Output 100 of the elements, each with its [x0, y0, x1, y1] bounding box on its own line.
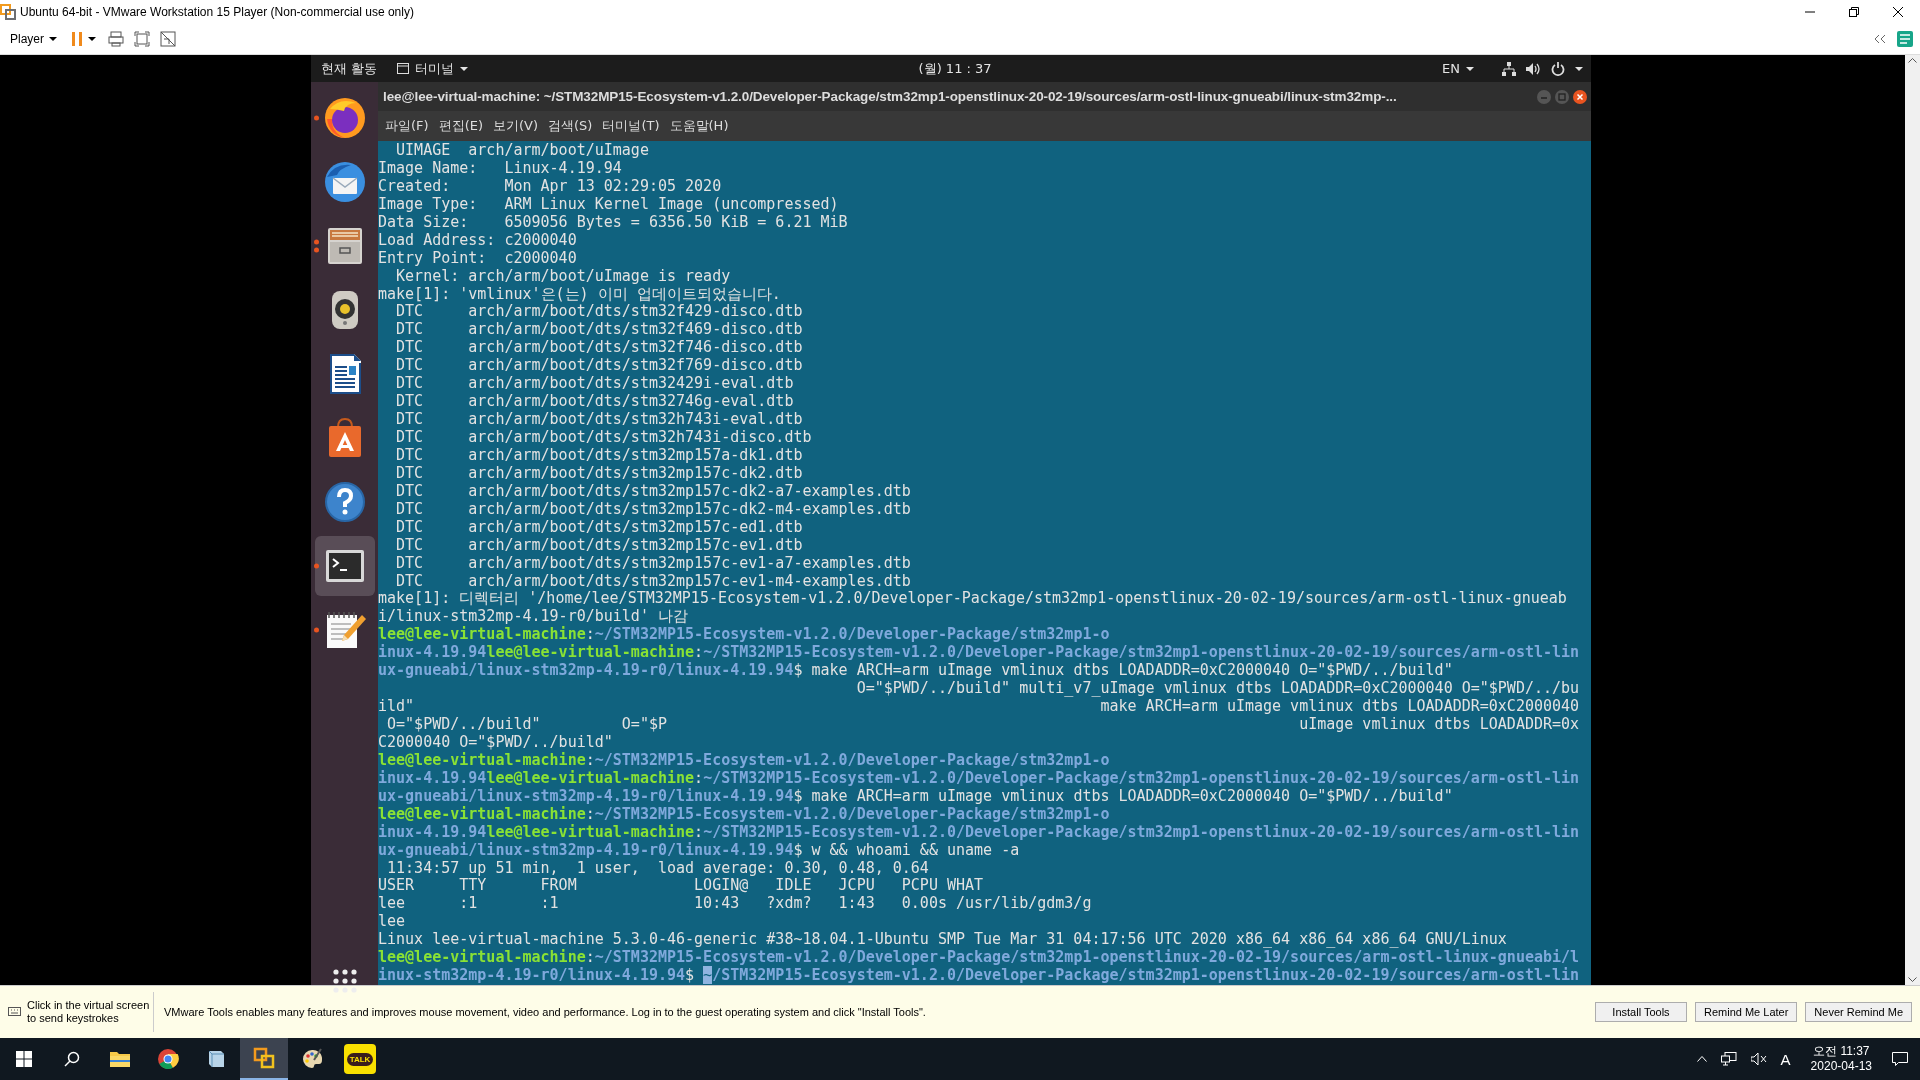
menu-item[interactable]: 도움말(H)	[664, 117, 734, 135]
notification-button[interactable]: Remind Me Later	[1695, 1002, 1798, 1022]
terminal-line: DTC arch/arm/boot/dts/stm32mp157c-ev1-a7-examples.dtb	[395, 554, 911, 573]
vmware-icon	[252, 1046, 276, 1070]
terminal-line: DTC arch/arm/boot/dts/stm32mp157a-dk1.dtb	[395, 446, 803, 465]
window-title: Ubuntu 64-bit - VMware Workstation 15 Player (Non-commercial use only)	[20, 5, 414, 19]
terminal-line: lee@lee-virtual-machine:~/STM32MP15-Ecosystem-v1.2.0/Developer-Package/stm32mp1-o	[378, 751, 1110, 770]
terminal-line: ild" make ARCH=arm uImage vmlinux dtbs LOADADDR=0xC2000040	[378, 698, 1580, 716]
chrome-icon	[156, 1047, 180, 1071]
terminal-line: inux-4.19.94lee@lee-virtual-machine:~/STM32MP15-Ecosystem-v1.2.0/Developer-Package/stm32mp1-openstlinux-20-02-19/sources/arm-ostl-lin	[378, 769, 1580, 788]
app-menu[interactable]: 터미널	[397, 59, 469, 78]
terminal-line: Created: Mon Apr 13 02:29:05 2020	[378, 177, 722, 196]
window-title: lee@lee-virtual-machine: ~/STM32MP15-Ecosystem-v1.2.0/Developer-Package/stm32mp1-openstlinux-20-02-19/sources/arm-ostl-linux-gnueabi/linux-stm32mp-...	[383, 89, 1398, 104]
terminal-line: DTC arch/arm/boot/dts/stm32f769-disco.dtb	[395, 357, 803, 376]
terminal-line: lee@lee-virtual-machine:~/STM32MP15-Ecosystem-v1.2.0/Developer-Package/stm32mp1-o	[378, 805, 1110, 824]
terminal-line: ux-gnueabi/linux-stm32mp-4.19-r0/linux-4.19.94$ w && whoami && uname -a	[378, 841, 1020, 860]
taskbar-app[interactable]: TALK	[336, 1038, 384, 1080]
terminal-line: DTC arch/arm/boot/dts/stm32mp157c-ev1-m4-examples.dtb	[395, 572, 911, 591]
terminal-line: inux-stm32mp-4.19-r0/linux-4.19.94$ ~/STM32MP15-Ecosystem-v1.2.0/Developer-Package/stm32mp1-openstlinux-20-02-19/sources/arm-ostl-lin	[378, 967, 1580, 985]
caret-icon	[460, 66, 469, 71]
menu-item[interactable]: 검색(S)	[543, 117, 598, 135]
terminal-line: USER TTY FROM LOGIN@ IDLE JCPU PCPU WHAT	[378, 877, 984, 896]
terminal-line: DTC arch/arm/boot/dts/stm32f469-disco.dtb	[395, 321, 803, 340]
clock[interactable]: (월) 11 : 37	[918, 59, 992, 78]
terminal-line: Data Size: 6509056 Bytes = 6356.50 KiB = 6.21 MiB	[378, 213, 848, 232]
dock-item[interactable]	[314, 536, 375, 596]
notification-icon[interactable]	[1892, 1052, 1908, 1066]
terminal-icon	[397, 63, 410, 74]
terminal-line: i/linux-stm32mp-4.19-r0/build' 나감	[378, 608, 688, 626]
clock-time[interactable]: 오전 11:37	[1813, 1044, 1870, 1059]
scrollbar[interactable]	[1905, 55, 1920, 985]
windows-logo-icon	[16, 1051, 32, 1067]
notification-button[interactable]: Install Tools	[1595, 1002, 1687, 1022]
activities-button[interactable]: 현재 활동	[321, 59, 378, 78]
terminal-line: inux-4.19.94lee@lee-virtual-machine:~/STM32MP15-Ecosystem-v1.2.0/Developer-Package/stm32mp1-openstlinux-20-02-19/sources/arm-ostl-lin	[378, 823, 1580, 842]
message-icon[interactable]	[1896, 30, 1914, 48]
keyboard-icon	[8, 1006, 21, 1018]
volume-icon	[1526, 61, 1541, 76]
terminal-line: Entry Point: c2000040	[378, 249, 577, 268]
terminal-line: lee@lee-virtual-machine:~/STM32MP15-Ecosystem-v1.2.0/Developer-Package/stm32mp1-o	[378, 626, 1110, 644]
menu-item[interactable]: 편집(E)	[433, 117, 488, 135]
terminal-line: O="$PWD/../build" O="$P uImage vmlinux dtbs LOADADDR=0x	[386, 716, 1580, 734]
menu-item[interactable]: 보기(V)	[488, 117, 544, 135]
terminal-line: make[1]: 'vmlinux'은(는) 이미 업데이트되었습니다.	[378, 285, 781, 304]
menu-item[interactable]: 터미널(T)	[597, 117, 665, 135]
terminal-line: ux-gnueabi/linux-stm32mp-4.19-r0/linux-4.19.94$ make ARCH=arm uImage vmlinux dtbs LOADADDR=0xC2000040 O="$PWD/../build"	[378, 662, 1453, 681]
terminal-line: inux-4.19.94lee@lee-virtual-machine:~/STM32MP15-Ecosystem-v1.2.0/Developer-Package/stm32mp1-openstlinux-20-02-19/sources/arm-ostl-lin	[378, 644, 1580, 662]
notification-message: VMware Tools enables many features and improves mouse movement, video and performance. Log in to the guest operating system and click "Install Tools".	[164, 1006, 927, 1018]
terminal-line: make[1]: 디렉터리 '/home/lee/STM32MP15-Ecosystem-v1.2.0/Developer-Package/stm32mp1-openstlinux-20-02-19/sources/arm-ostl-linux-gnueab	[378, 590, 1567, 609]
terminal-line: Image Name: Linux-4.19.94	[378, 159, 622, 178]
terminal-line: ux-gnueabi/linux-stm32mp-4.19-r0/linux-4.19.94$ make ARCH=arm uImage vmlinux dtbs LOADADDR=0xC2000040 O="$PWD/../build"	[378, 787, 1453, 806]
power-icon	[1551, 61, 1565, 76]
terminal-line: Image Type: ARM Linux Kernel Image (uncompressed)	[378, 195, 839, 214]
terminal-line: DTC arch/arm/boot/dts/stm32mp157c-dk2.dtb	[395, 464, 803, 483]
terminal-line: lee@lee-virtual-machine:~/STM32MP15-Ecosystem-v1.2.0/Developer-Package/stm32mp1-openstlinux-20-02-19/sources/arm-ostl-linux-gnueabi/l	[378, 949, 1580, 967]
clock-date[interactable]: 2020-04-13	[1810, 1059, 1872, 1074]
terminal-line: DTC arch/arm/boot/dts/stm32mp157c-ed1.dtb	[395, 518, 803, 537]
terminal-line: lee :1 :1 10:43 ?xdm? 1:43 0.00s /usr/lib/gdm3/g	[378, 895, 1092, 914]
network-icon[interactable]	[1720, 1052, 1737, 1066]
terminal-line: DTC arch/arm/boot/dts/stm32mp157c-ev1.dtb	[395, 536, 803, 555]
scroll-down-icon[interactable]	[1908, 977, 1917, 982]
terminal-line: DTC arch/arm/boot/dts/stm32h743i-eval.dtb	[395, 411, 803, 429]
terminal-line: DTC arch/arm/boot/dts/stm32mp157c-dk2-a7-examples.dtb	[395, 482, 911, 501]
close-icon[interactable]	[1893, 7, 1903, 17]
caret-icon	[1466, 66, 1474, 71]
hint-text: Click in the virtual screen to send keystrokes	[27, 999, 151, 1025]
terminal-line: Kernel: arch/arm/boot/uImage is ready	[395, 267, 731, 286]
scroll-up-icon[interactable]	[1908, 58, 1917, 63]
talk-label: TALK	[346, 1052, 374, 1066]
terminal-line: O="$PWD/../build" multi_v7_uImage vmlinux dtbs LOADADDR=0xC2000040 O="$PWD/../bu	[855, 680, 1580, 699]
chevron-up-icon[interactable]	[1696, 1056, 1707, 1062]
palette-icon	[300, 1047, 324, 1071]
terminal-line: DTC arch/arm/boot/dts/stm32746g-eval.dtb	[395, 393, 794, 412]
pause-button[interactable]	[69, 30, 98, 48]
search-icon	[64, 1051, 80, 1067]
input-method-menu[interactable]: EN	[1442, 61, 1474, 76]
vmware-logo-icon	[0, 4, 16, 20]
terminal-line: Linux lee-virtual-machine 5.3.0-46-generic #38~18.04.1-Ubuntu SMP Tue Mar 31 04:17:56 UTC 2020 x86_64 x86_64 x86_64 GNU/Linux	[378, 931, 1507, 949]
caret-icon	[49, 37, 57, 41]
terminal-line: DTC arch/arm/boot/dts/stm32429i-eval.dtb	[395, 375, 794, 394]
taskbar-app[interactable]	[240, 1038, 288, 1080]
caret-icon	[1575, 66, 1583, 71]
player-menu[interactable]: Player	[8, 30, 59, 48]
terminal-line: C2000040 O="$PWD/../build"	[378, 733, 613, 752]
terminal-line: Load Address: c2000040	[378, 231, 577, 250]
terminal-line: lee	[378, 913, 406, 932]
input-mode-indicator[interactable]: A	[1780, 1050, 1791, 1068]
collapse-icon[interactable]	[1874, 35, 1886, 43]
system-menu[interactable]	[1502, 61, 1583, 76]
notification-button[interactable]: Never Remind Me	[1805, 1002, 1912, 1022]
restore-icon[interactable]	[1849, 7, 1859, 17]
terminal-line: DTC arch/arm/boot/dts/stm32f429-disco.dtb	[395, 303, 803, 322]
volume-muted-icon[interactable]	[1750, 1052, 1767, 1066]
terminal-line: UIMAGE arch/arm/boot/uImage	[395, 142, 649, 160]
menu-item[interactable]: 파일(F)	[380, 117, 434, 135]
fullscreen-icon[interactable]	[134, 31, 150, 47]
caret-icon	[88, 37, 96, 41]
app-grid-icon[interactable]	[332, 969, 357, 993]
terminal-line: DTC arch/arm/boot/dts/stm32f746-disco.dtb	[395, 339, 803, 358]
close-icon[interactable]	[1573, 89, 1587, 104]
